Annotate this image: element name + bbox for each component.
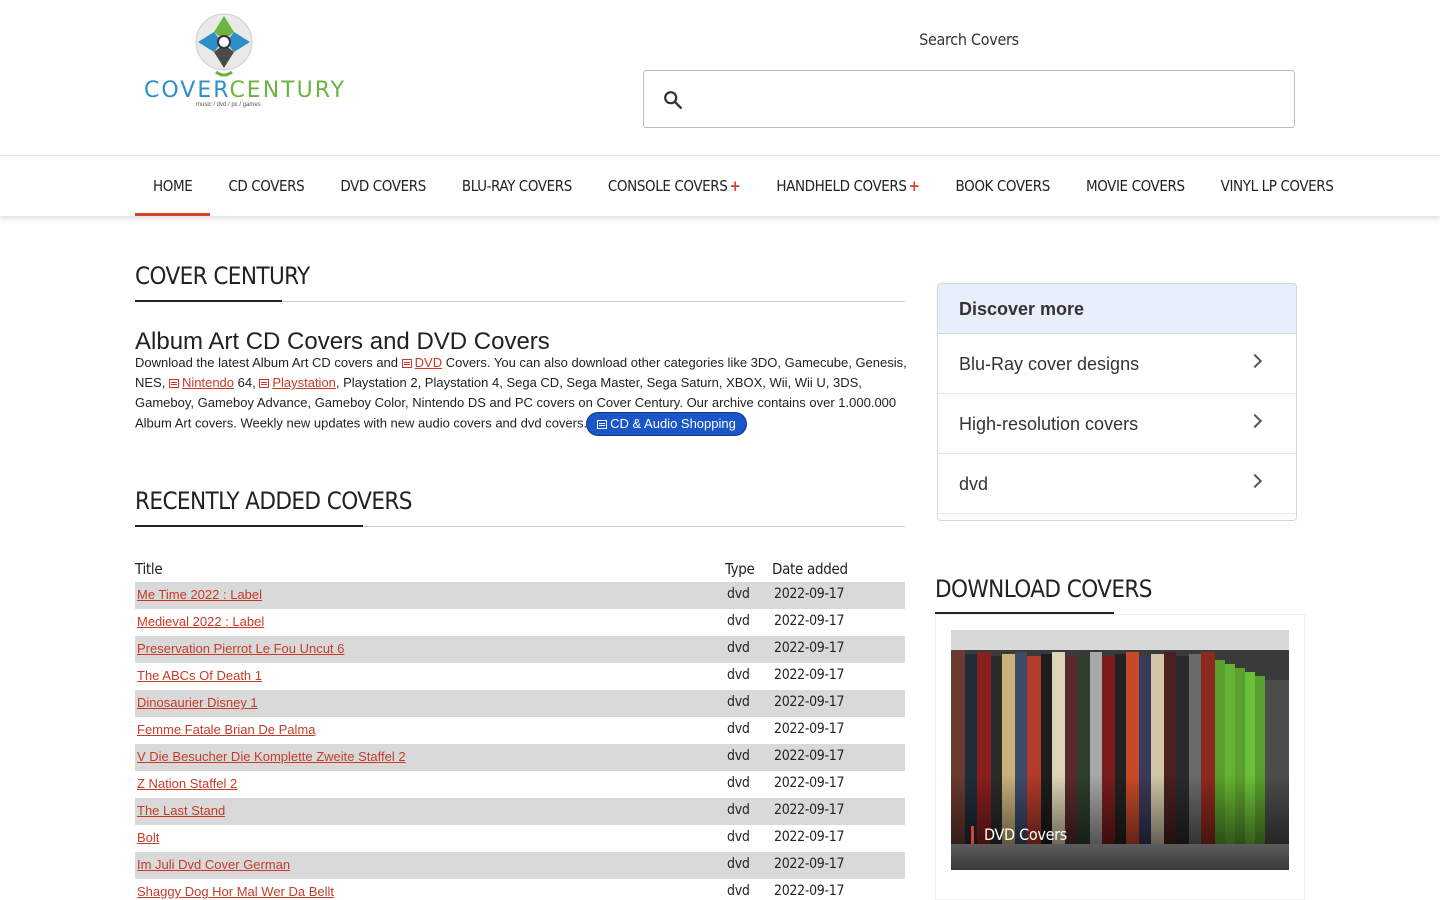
chevron-right-icon <box>1247 413 1263 429</box>
nav-movie-covers[interactable]: Movie Covers <box>1068 156 1203 216</box>
section-title-cover-century: Cover Century <box>135 262 310 290</box>
table-row: Bolt dvd 2022-09-17 <box>135 825 905 852</box>
section-underline <box>135 525 363 527</box>
cover-date: 2022-09-17 <box>774 829 845 845</box>
cover-title-link[interactable]: Medieval 2022 : Label <box>137 614 264 629</box>
logo-emblem-icon <box>195 13 253 77</box>
ad-link-icon <box>168 379 179 388</box>
cover-type: dvd <box>727 586 750 602</box>
cover-date: 2022-09-17 <box>774 883 845 899</box>
discover-item-bluray[interactable]: Blu-Ray cover designs <box>938 334 1296 394</box>
site-header: COVERCENTURY music / dvd / pc / games Se… <box>0 0 1440 156</box>
table-row: Femme Fatale Brian De Palma dvd 2022-09-17 <box>135 717 905 744</box>
table-row: Shaggy Dog Hor Mal Wer Da Bellt dvd 2022-0… <box>135 879 905 900</box>
site-logo[interactable]: COVERCENTURY music / dvd / pc / games <box>140 8 344 112</box>
link-playstation[interactable]: Playstation <box>272 375 336 390</box>
chevron-right-icon <box>1247 353 1263 369</box>
table-row: V Die Besucher Die Komplette Zweite Staf… <box>135 744 905 771</box>
cover-type: dvd <box>727 802 750 818</box>
cover-title-link[interactable]: Im Juli Dvd Cover German <box>137 857 290 872</box>
cover-date: 2022-09-17 <box>774 694 845 710</box>
nav-console-covers[interactable]: Console Covers + <box>590 156 758 216</box>
table-header: Title Type Date added <box>135 556 905 582</box>
ad-link-icon <box>597 420 608 429</box>
ad-link-icon <box>401 359 412 368</box>
cover-title-link[interactable]: V Die Besucher Die Komplette Zweite Staf… <box>137 749 406 764</box>
chevron-right-icon <box>1247 473 1263 489</box>
cover-date: 2022-09-17 <box>774 775 845 791</box>
nav-bluray-covers[interactable]: Blu-Ray Covers <box>444 156 590 216</box>
table-row: Z Nation Staffel 2 dvd 2022-09-17 <box>135 771 905 798</box>
discover-more-title: Discover more <box>938 284 1296 334</box>
table-row: The ABCs Of Death 1 dvd 2022-09-17 <box>135 663 905 690</box>
section-underline <box>135 300 282 302</box>
nav-book-covers[interactable]: Book Covers <box>938 156 1068 216</box>
ad-link-icon <box>259 379 270 388</box>
cover-title-link[interactable]: Dinosaurier Disney 1 <box>137 695 258 710</box>
intro-text: Download the latest Album Art CD covers … <box>135 353 907 435</box>
table-row: Me Time 2022 : Label dvd 2022-09-17 <box>135 582 905 609</box>
recent-covers-table: Title Type Date added Me Time 2022 : Lab… <box>135 556 905 900</box>
cover-type: dvd <box>727 748 750 764</box>
nav-dvd-covers[interactable]: DVD Covers <box>322 156 444 216</box>
nav-handheld-covers[interactable]: Handheld Covers + <box>758 156 937 216</box>
nav-list: Home CD Covers DVD Covers Blu-Ray Covers… <box>135 156 1351 216</box>
cover-date: 2022-09-17 <box>774 856 845 872</box>
nav-cd-covers[interactable]: CD Covers <box>210 156 322 216</box>
search-label: Search Covers <box>919 30 1019 49</box>
cover-title-link[interactable]: Bolt <box>137 830 159 845</box>
cover-type: dvd <box>727 856 750 872</box>
link-nintendo[interactable]: Nintendo <box>182 375 234 390</box>
discover-more-panel: Discover more Blu-Ray cover designs High… <box>937 283 1297 521</box>
nav-vinyl-covers[interactable]: Vinyl LP Covers <box>1203 156 1352 216</box>
expand-plus-icon[interactable]: + <box>909 177 920 195</box>
cover-title-link[interactable]: Shaggy Dog Hor Mal Wer Da Bellt <box>137 884 334 899</box>
section-title-download: Download covers <box>935 575 1152 603</box>
logo-wordmark: COVERCENTURY <box>144 78 347 103</box>
search-input[interactable] <box>696 81 1276 117</box>
cover-title-link[interactable]: Me Time 2022 : Label <box>137 587 262 602</box>
table-row: The Last Stand dvd 2022-09-17 <box>135 798 905 825</box>
main-nav: Home CD Covers DVD Covers Blu-Ray Covers… <box>0 156 1440 216</box>
download-card-caption[interactable]: DVD Covers <box>971 826 1067 844</box>
table-row: Dinosaurier Disney 1 dvd 2022-09-17 <box>135 690 905 717</box>
cover-date: 2022-09-17 <box>774 667 845 683</box>
cover-type: dvd <box>727 775 750 791</box>
cover-date: 2022-09-17 <box>774 640 845 656</box>
table-row: Medieval 2022 : Label dvd 2022-09-17 <box>135 609 905 636</box>
cover-date: 2022-09-17 <box>774 748 845 764</box>
expand-plus-icon[interactable]: + <box>729 177 740 195</box>
col-date[interactable]: Date added <box>772 560 848 578</box>
section-title-recent: Recently added covers <box>135 487 412 515</box>
discover-item-dvd[interactable]: dvd <box>938 454 1296 514</box>
link-dvd[interactable]: DVD <box>415 355 442 370</box>
cd-audio-shopping-button[interactable]: CD & Audio Shopping <box>587 413 746 435</box>
cover-type: dvd <box>727 640 750 656</box>
cover-type: dvd <box>727 829 750 845</box>
cover-type: dvd <box>727 613 750 629</box>
table-row: Im Juli Dvd Cover German dvd 2022-09-17 <box>135 852 905 879</box>
nav-home[interactable]: Home <box>135 156 211 216</box>
cover-title-link[interactable]: Preservation Pierrot Le Fou Uncut 6 <box>137 641 344 656</box>
cover-type: dvd <box>727 883 750 899</box>
cover-type: dvd <box>727 694 750 710</box>
cover-date: 2022-09-17 <box>774 721 845 737</box>
cover-type: dvd <box>727 721 750 737</box>
col-title[interactable]: Title <box>135 560 163 578</box>
cover-date: 2022-09-17 <box>774 802 845 818</box>
cover-type: dvd <box>727 667 750 683</box>
search-icon[interactable] <box>662 89 684 111</box>
discover-item-high-res[interactable]: High-resolution covers <box>938 394 1296 454</box>
cover-title-link[interactable]: Femme Fatale Brian De Palma <box>137 722 315 737</box>
cover-date: 2022-09-17 <box>774 613 845 629</box>
intro-heading: Album Art CD Covers and DVD Covers <box>135 328 550 355</box>
cover-title-link[interactable]: The Last Stand <box>137 803 225 818</box>
cover-date: 2022-09-17 <box>774 586 845 602</box>
logo-tagline: music / dvd / pc / games <box>196 102 261 108</box>
cover-title-link[interactable]: The ABCs Of Death 1 <box>137 668 262 683</box>
cover-title-link[interactable]: Z Nation Staffel 2 <box>137 776 237 791</box>
search-box[interactable] <box>643 70 1295 128</box>
col-type[interactable]: Type <box>725 560 755 578</box>
table-row: Preservation Pierrot Le Fou Uncut 6 dvd 20… <box>135 636 905 663</box>
